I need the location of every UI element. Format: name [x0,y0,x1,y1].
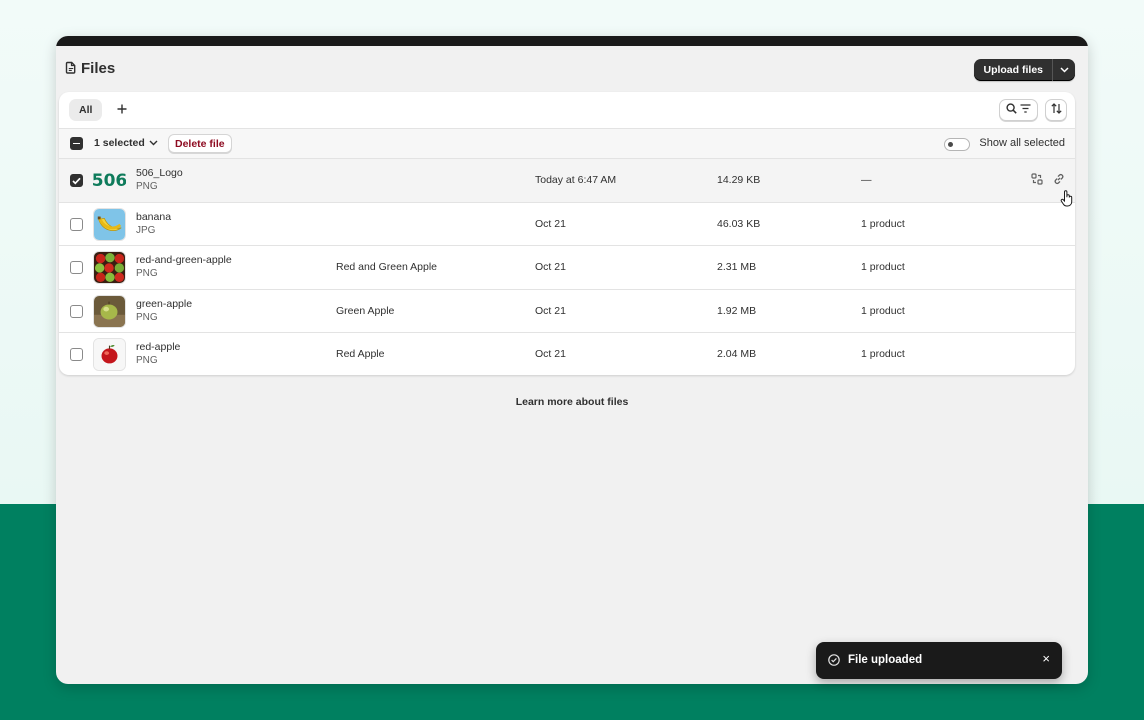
file-references: — [861,174,872,186]
replace-icon[interactable] [1031,173,1043,188]
file-references: 1 product [861,304,905,317]
link-icon[interactable] [1053,173,1065,188]
filter-icon [1020,104,1031,116]
file-size: 1.92 MB [717,304,757,317]
page-title: Files [81,60,116,77]
bulk-actions-bar: 1 selected Delete file Show all selected [59,129,1075,159]
file-size: 46.03 KB [717,217,761,230]
chevron-down-icon [149,137,158,149]
file-size: 2.04 MB [717,348,757,360]
row-actions [1031,173,1065,188]
file-size: 14.29 KB [717,174,761,186]
show-all-selected-toggle[interactable] [944,138,970,151]
upload-more-actions-button[interactable] [1053,59,1075,81]
file-date: Oct 21 [535,348,566,360]
file-name[interactable]: 506_Logo [136,167,183,179]
file-list: 506 506_Logo PNG Today at 6:47 AM 14.29 … [59,159,1075,375]
selected-count-label: 1 selected [94,137,145,149]
app-window: Files Upload files All 1 selected Delete… [56,36,1088,684]
file-thumbnail [93,207,126,241]
file-name[interactable]: banana [136,211,171,223]
add-view-button[interactable] [111,99,133,121]
tab-bar: All [59,92,1075,129]
table-row[interactable]: 506 506_Logo PNG Today at 6:47 AM 14.29 … [59,159,1075,203]
file-date: Oct 21 [535,217,566,230]
file-type: JPG [136,224,156,236]
file-references: 1 product [861,217,905,230]
file-name[interactable]: red-and-green-apple [136,254,232,266]
toast-notification: File uploaded × [816,642,1062,679]
page-title-group: Files [65,60,115,77]
file-date: Oct 21 [535,261,566,273]
table-row[interactable]: red-apple PNG Red Apple Oct 21 2.04 MB 1… [59,333,1075,375]
file-name[interactable]: red-apple [136,341,180,353]
file-thumbnail [93,251,126,284]
learn-more-link[interactable]: Learn more about files [56,396,1088,408]
show-all-selected-label: Show all selected [979,137,1065,149]
sort-button[interactable] [1045,99,1067,121]
toast-close-button[interactable]: × [1042,652,1050,666]
file-thumbnail [93,338,126,371]
sort-icon [1050,103,1062,117]
row-checkbox[interactable] [70,304,83,318]
window-top-bar [56,36,1088,46]
search-filter-button[interactable] [999,99,1038,121]
svg-text:506: 506 [93,171,126,191]
file-type: PNG [136,268,158,279]
chevron-down-icon [1059,64,1069,76]
row-checkbox[interactable] [70,217,83,231]
delete-file-button[interactable]: Delete file [168,134,232,153]
file-references: 1 product [861,348,905,360]
file-references: 1 product [861,261,905,273]
file-date: Oct 21 [535,304,566,317]
hand-cursor-icon [1060,190,1074,210]
file-icon [65,61,77,77]
plus-icon [117,104,127,117]
file-size: 2.31 MB [717,261,757,273]
file-date: Today at 6:47 AM [535,174,617,186]
select-all-checkbox[interactable] [70,137,83,150]
file-type: PNG [136,311,158,323]
upload-button-group: Upload files [974,59,1075,81]
row-checkbox[interactable] [70,261,83,274]
table-row[interactable]: red-and-green-apple PNG Red and Green Ap… [59,246,1075,290]
file-type: PNG [136,355,158,366]
row-checkbox[interactable] [70,348,83,361]
table-row[interactable]: banana JPG Oct 21 46.03 KB 1 product [59,203,1075,246]
file-alt-text: Green Apple [336,304,395,317]
toast-message: File uploaded [848,654,923,666]
file-alt-text: Red and Green Apple [336,261,437,273]
row-checkbox[interactable] [70,174,83,187]
search-icon [1006,103,1017,117]
check-circle-icon [828,654,840,669]
table-row[interactable]: green-apple PNG Green Apple Oct 21 1.92 … [59,290,1075,333]
page-header: Files Upload files [56,46,1088,92]
file-thumbnail: 506 [93,164,126,197]
file-name[interactable]: green-apple [136,298,192,310]
file-thumbnail [93,294,126,328]
file-type: PNG [136,181,158,192]
file-alt-text: Red Apple [336,348,385,360]
upload-files-button[interactable]: Upload files [974,59,1053,81]
files-card: All 1 selected Delete file Show all sele… [59,92,1075,375]
tab-all[interactable]: All [69,99,103,121]
selected-count-dropdown[interactable]: 1 selected [94,137,158,149]
